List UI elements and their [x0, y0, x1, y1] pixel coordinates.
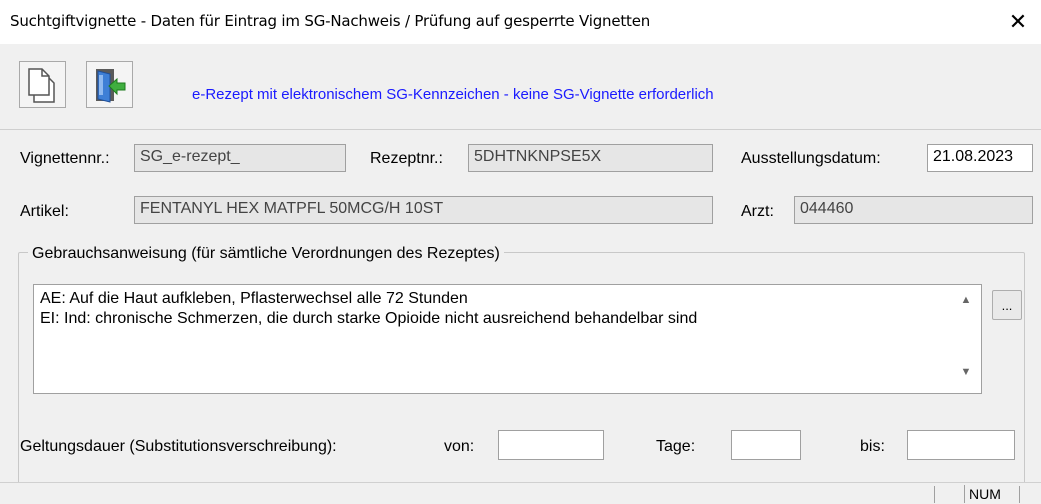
- von-label: von:: [444, 438, 475, 455]
- rezept-label: Rezeptnr.:: [370, 150, 443, 167]
- tage-field[interactable]: [731, 430, 801, 460]
- usage-more-button[interactable]: ...: [992, 290, 1022, 320]
- status-divider: [934, 486, 935, 503]
- window-title: Suchtgiftvignette - Daten für Eintrag im…: [10, 12, 651, 30]
- scroll-down-arrow-icon[interactable]: ▼: [952, 362, 980, 382]
- datum-label: Ausstellungsdatum:: [741, 150, 881, 167]
- vignette-field[interactable]: SG_e-rezept_: [134, 144, 346, 172]
- vignette-label: Vignettennr.:: [20, 150, 110, 167]
- von-field[interactable]: [498, 430, 604, 460]
- toolbar: e-Rezept mit elektronischem SG-Kennzeich…: [0, 44, 1041, 130]
- bis-label: bis:: [860, 438, 885, 455]
- close-icon: ✕: [1008, 9, 1028, 35]
- status-divider: [1019, 486, 1020, 503]
- arzt-field[interactable]: 044460: [794, 196, 1033, 224]
- artikel-field[interactable]: FENTANYL HEX MATPFL 50MCG/H 10ST: [134, 196, 713, 224]
- exit-button[interactable]: [86, 61, 133, 108]
- arzt-label: Arzt:: [741, 203, 774, 220]
- new-document-icon: [27, 67, 55, 103]
- status-bar: NUM: [0, 482, 1041, 504]
- title-bar: Suchtgiftvignette - Daten für Eintrag im…: [0, 0, 1041, 44]
- usage-legend: Gebrauchsanweisung (für sämtliche Verord…: [28, 245, 504, 263]
- close-button[interactable]: ✕: [995, 0, 1041, 44]
- usage-line-1: AE: Auf die Haut aufkleben, Pflasterwech…: [40, 290, 468, 307]
- artikel-label: Artikel:: [20, 203, 69, 220]
- geltungsdauer-label: Geltungsdauer (Substitutionsverschreibun…: [20, 438, 337, 455]
- ausstellungsdatum-field[interactable]: 21.08.2023: [927, 144, 1033, 172]
- tage-label: Tage:: [656, 438, 696, 455]
- erezept-info-message: e-Rezept mit elektronischem SG-Kennzeich…: [192, 86, 714, 103]
- bis-field[interactable]: [907, 430, 1015, 460]
- usage-line-2: EI: Ind: chronische Schmerzen, die durch…: [40, 310, 698, 327]
- rezept-field[interactable]: 5DHTNKNPSE5X: [468, 144, 713, 172]
- main-form: Vignettennr.: SG_e-rezept_ Rezeptnr.: 5D…: [0, 130, 1041, 504]
- num-lock-indicator: NUM: [964, 485, 1001, 503]
- scroll-up-arrow-icon[interactable]: ▲: [952, 290, 980, 310]
- usage-textarea[interactable]: AE: Auf die Haut aufkleben, Pflasterwech…: [33, 284, 982, 394]
- new-document-button[interactable]: [19, 61, 66, 108]
- exit-door-icon: [95, 68, 125, 103]
